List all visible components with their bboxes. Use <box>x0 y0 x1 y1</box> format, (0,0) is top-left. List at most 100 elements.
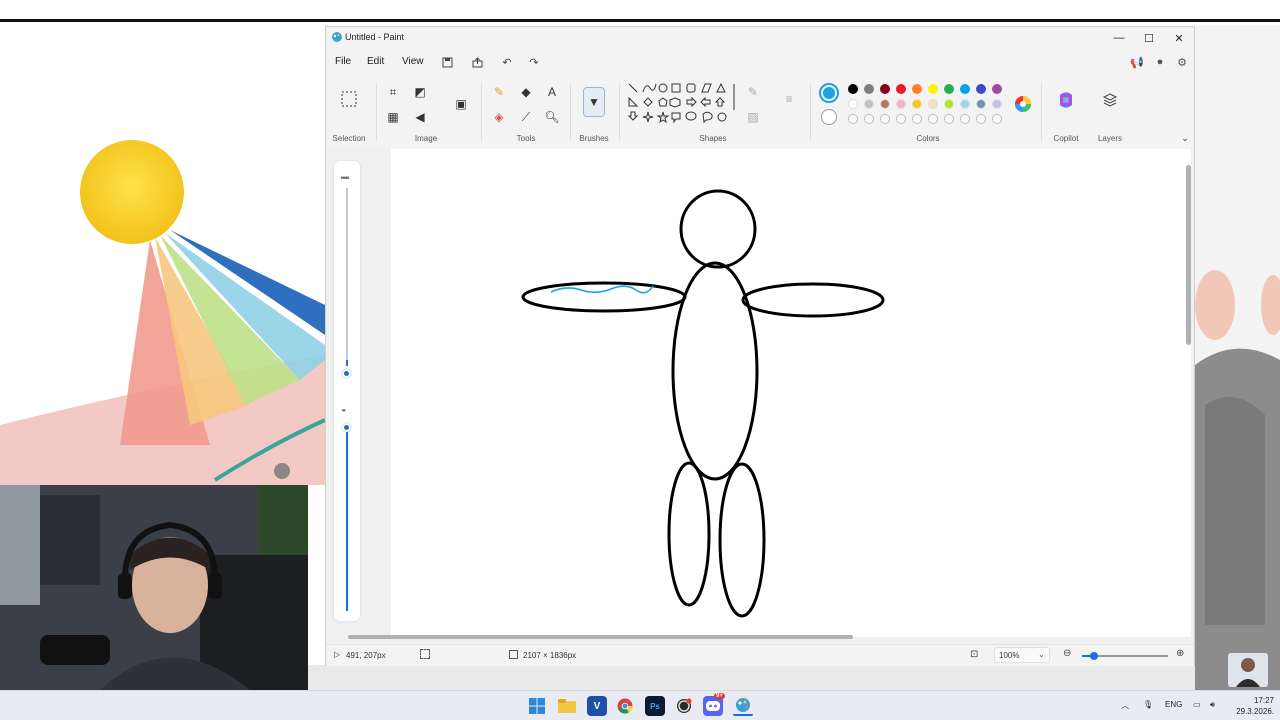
windows-taskbar: V Ps 9+ ︿ 🎙︎ ENG ▭ 🔊︎ 17:27 29.3.2026. <box>0 690 1280 720</box>
palette-swatch[interactable] <box>928 84 938 94</box>
undo-icon[interactable]: ↶ <box>499 54 515 70</box>
group-label-brushes: Brushes <box>579 134 609 143</box>
custom-color-slot[interactable] <box>928 114 938 124</box>
vertical-scrollbar[interactable] <box>1186 151 1192 631</box>
palette-swatch[interactable] <box>864 99 874 109</box>
palette-swatch[interactable] <box>864 84 874 94</box>
horizontal-scrollbar[interactable] <box>328 633 1186 641</box>
palette-swatch[interactable] <box>912 84 922 94</box>
palette-swatch[interactable] <box>912 99 922 109</box>
shape-fill-icon[interactable]: ▨ <box>744 108 762 126</box>
menu-file[interactable]: File <box>335 56 351 67</box>
palette-swatch[interactable] <box>880 84 890 94</box>
pencil-icon[interactable]: ✎ <box>490 83 508 101</box>
save-icon[interactable] <box>439 54 455 70</box>
zoom-dropdown[interactable]: 100% ⌄ <box>994 647 1050 663</box>
photoshop-icon[interactable]: Ps <box>645 696 665 716</box>
image-effect-icon[interactable]: ▦ <box>384 108 402 126</box>
volume-icon[interactable]: 🔊︎ <box>1210 700 1215 710</box>
rotate-icon[interactable]: ◀ <box>411 108 429 126</box>
fit-to-window-icon[interactable]: ⊡ <box>970 649 978 660</box>
maximize-button[interactable]: ☐ <box>1134 29 1164 47</box>
palette-swatch[interactable] <box>960 99 970 109</box>
palette-swatch[interactable] <box>976 84 986 94</box>
palette-swatch[interactable] <box>992 99 1002 109</box>
custom-color-slot[interactable] <box>880 114 890 124</box>
color-picker-icon[interactable]: ⟋ <box>517 108 535 126</box>
palette-swatch[interactable] <box>928 99 938 109</box>
custom-color-slot[interactable] <box>960 114 970 124</box>
opacity-slider-track[interactable] <box>346 427 348 611</box>
feedback-icon[interactable]: 📢 <box>1130 55 1144 69</box>
group-label-shapes: Shapes <box>699 134 727 143</box>
custom-color-slot[interactable] <box>992 114 1002 124</box>
crop-icon[interactable]: ⌗ <box>384 83 402 101</box>
size-slider-track[interactable] <box>346 188 348 366</box>
custom-color-slot[interactable] <box>896 114 906 124</box>
redo-icon[interactable]: ↷ <box>526 54 542 70</box>
shapes-gallery[interactable] <box>626 82 736 132</box>
language-indicator[interactable]: ENG <box>1165 700 1182 709</box>
tray-expand-icon[interactable]: ︿ <box>1121 700 1129 711</box>
palette-swatch[interactable] <box>896 99 906 109</box>
menu-edit[interactable]: Edit <box>367 56 384 67</box>
custom-color-slot[interactable] <box>944 114 954 124</box>
size-slider-thumb[interactable] <box>342 369 351 378</box>
palette-swatch[interactable] <box>880 99 890 109</box>
drawing-canvas[interactable] <box>391 149 1191 637</box>
discord-icon[interactable]: 9+ <box>703 693 725 716</box>
palette-swatch[interactable] <box>896 84 906 94</box>
menu-view[interactable]: View <box>402 56 424 67</box>
layers-icon[interactable] <box>1101 91 1119 109</box>
obs-icon[interactable] <box>674 696 694 716</box>
palette-swatch[interactable] <box>960 84 970 94</box>
remove-background-icon[interactable]: ▣ <box>452 95 470 113</box>
text-tool-icon[interactable]: A <box>543 83 561 101</box>
eraser-icon[interactable]: ◈ <box>490 108 508 126</box>
network-icon[interactable]: ▭ <box>1193 700 1201 709</box>
windows-start-icon[interactable] <box>527 696 547 716</box>
edit-colors-icon[interactable] <box>1014 95 1032 113</box>
system-clock[interactable]: 17:27 29.3.2026. <box>1230 695 1274 717</box>
secondary-color-swatch[interactable] <box>821 109 837 125</box>
copilot-icon[interactable] <box>1057 91 1075 109</box>
resize-icon[interactable]: ◩ <box>411 83 429 101</box>
zoom-slider[interactable] <box>1082 652 1168 660</box>
minimize-button[interactable]: — <box>1104 29 1134 47</box>
selection-size-icon <box>420 649 430 659</box>
collapse-ribbon-chevron-icon[interactable]: ⌄ <box>1176 129 1194 147</box>
palette-swatch[interactable] <box>944 99 954 109</box>
custom-color-slot[interactable] <box>912 114 922 124</box>
zoom-in-icon[interactable]: ⊕ <box>1176 648 1184 659</box>
account-icon[interactable]: ● <box>1153 55 1167 69</box>
paint-taskbar-icon[interactable] <box>733 696 753 716</box>
magnifier-icon[interactable]: 🔍︎ <box>543 108 561 126</box>
custom-color-slot[interactable] <box>848 114 858 124</box>
fill-bucket-icon[interactable]: ◆ <box>517 83 535 101</box>
outline-icon[interactable]: ✎ <box>744 83 762 101</box>
palette-swatch[interactable] <box>992 84 1002 94</box>
zoom-out-icon[interactable]: ⊖ <box>1063 648 1071 659</box>
close-button[interactable]: ✕ <box>1164 29 1194 47</box>
clock-date: 29.3.2026. <box>1236 707 1274 716</box>
custom-color-slot[interactable] <box>864 114 874 124</box>
share-icon[interactable] <box>469 54 485 70</box>
palette-swatch[interactable] <box>848 99 858 109</box>
settings-gear-icon[interactable]: ⚙ <box>1175 55 1189 69</box>
palette-swatch[interactable] <box>848 84 858 94</box>
shape-size-icon[interactable]: ≡ <box>780 90 798 108</box>
rectangle-select-icon[interactable] <box>340 90 358 108</box>
custom-color-slot[interactable] <box>976 114 986 124</box>
paint-window: Untitled - Paint — ☐ ✕ File Edit View ↶ … <box>325 26 1195 666</box>
file-explorer-icon[interactable] <box>557 696 577 716</box>
visual-studio-icon[interactable]: V <box>587 696 607 716</box>
primary-color-swatch[interactable] <box>819 83 839 103</box>
microphone-icon[interactable]: 🎙︎ <box>1143 700 1153 709</box>
chrome-icon[interactable] <box>615 696 635 716</box>
opacity-slider-thumb[interactable] <box>342 423 351 432</box>
brush-icon[interactable]: ▼ <box>583 87 605 117</box>
sun-shape <box>80 140 184 244</box>
title-bar[interactable]: Untitled - Paint — ☐ ✕ <box>326 27 1194 49</box>
palette-swatch[interactable] <box>944 84 954 94</box>
palette-swatch[interactable] <box>976 99 986 109</box>
